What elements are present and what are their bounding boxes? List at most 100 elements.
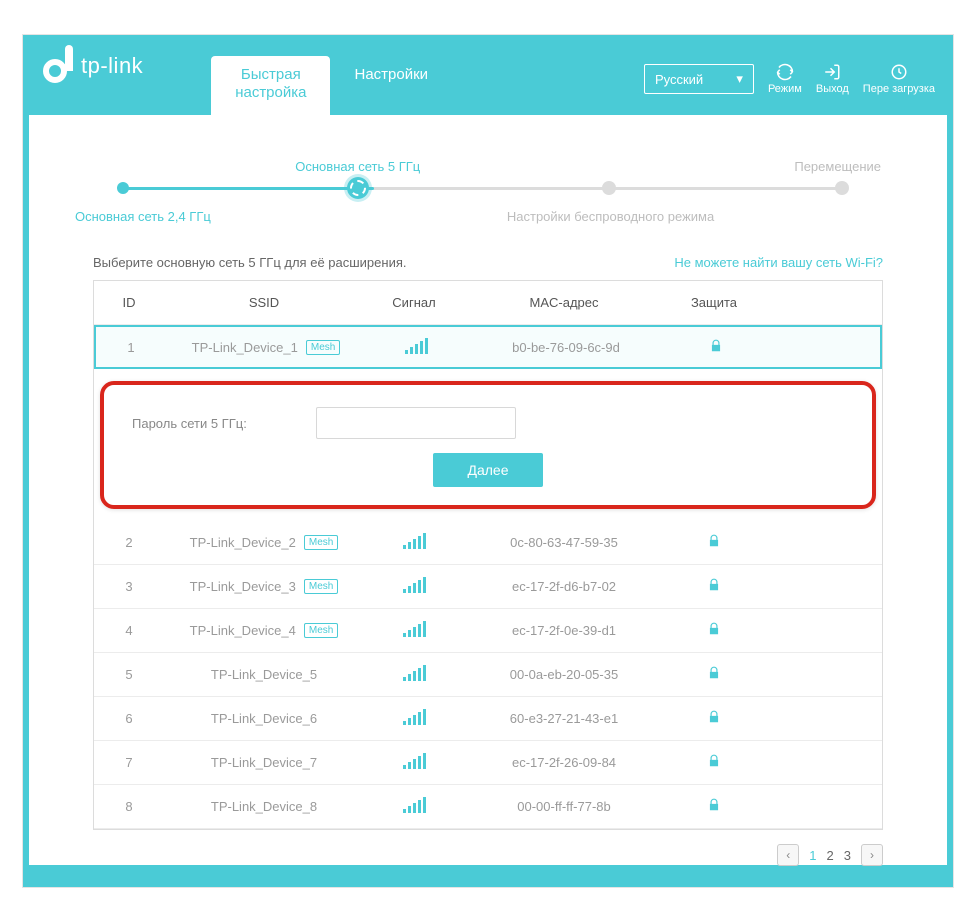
cell-signal <box>364 665 464 684</box>
cell-signal <box>364 621 464 640</box>
table-row[interactable]: 8TP-Link_Device_8 00-00-ff-ff-77-8b <box>94 785 882 829</box>
cell-security <box>664 754 764 771</box>
cell-ssid: TP-Link_Device_1Mesh <box>166 340 366 355</box>
cell-signal <box>364 753 464 772</box>
language-select[interactable]: Русский ▾ <box>644 64 754 94</box>
cell-id: 2 <box>94 535 164 550</box>
lock-icon <box>709 341 723 356</box>
cell-mac: 00-0a-eb-20-05-35 <box>464 667 664 682</box>
pagination: ‹ 1 2 3 › <box>93 844 883 866</box>
col-signal: Сигнал <box>364 295 464 310</box>
col-id: ID <box>94 295 164 310</box>
cell-security <box>664 666 764 683</box>
logo-icon <box>41 45 75 87</box>
cell-mac: 00-00-ff-ff-77-8b <box>464 799 664 814</box>
logout-icon <box>822 63 842 81</box>
cell-mac: ec-17-2f-26-09-84 <box>464 755 664 770</box>
cell-id: 4 <box>94 623 164 638</box>
cell-ssid: TP-Link_Device_5 <box>164 667 364 682</box>
table-header: ID SSID Сигнал MAC-адрес Защита <box>94 281 882 325</box>
table-row[interactable]: 5TP-Link_Device_5 00-0a-eb-20-05-35 <box>94 653 882 697</box>
cell-signal <box>364 577 464 596</box>
page-3[interactable]: 3 <box>844 848 851 863</box>
instruction-text: Выберите основную сеть 5 ГГц для её расш… <box>93 255 407 270</box>
mode-button[interactable]: Режим <box>768 63 802 95</box>
tab-quick-setup[interactable]: Быстрая настройка <box>211 56 330 116</box>
step-node-4 <box>835 181 849 195</box>
lock-icon <box>707 536 721 551</box>
lock-icon <box>707 800 721 815</box>
table-row[interactable]: 2TP-Link_Device_2Mesh 0c-80-63-47-59-35 <box>94 521 882 565</box>
cell-ssid: TP-Link_Device_6 <box>164 711 364 726</box>
chevron-down-icon: ▾ <box>736 71 743 87</box>
cell-mac: ec-17-2f-d6-b7-02 <box>464 579 664 594</box>
signal-icon <box>403 669 426 684</box>
language-value: Русский <box>655 72 703 87</box>
col-mac: MAC-адрес <box>464 295 664 310</box>
mesh-badge: Mesh <box>304 579 338 594</box>
networks-table: ID SSID Сигнал MAC-адрес Защита 1TP-Link… <box>93 280 883 830</box>
lock-icon <box>707 756 721 771</box>
col-ssid: SSID <box>164 295 364 310</box>
step-label-1: Основная сеть 2,4 ГГц <box>75 209 211 224</box>
page-next[interactable]: › <box>861 844 883 866</box>
cell-security <box>664 710 764 727</box>
logout-button[interactable]: Выход <box>816 63 849 95</box>
instruction-bar: Выберите основную сеть 5 ГГц для её расш… <box>93 255 883 270</box>
step-label-4: Перемещение <box>794 159 881 174</box>
tab-settings[interactable]: Настройки <box>330 56 452 116</box>
table-row[interactable]: 1TP-Link_Device_1Mesh b0-be-76-09-6c-9d <box>94 325 882 369</box>
col-security: Защита <box>664 295 764 310</box>
cell-id: 1 <box>96 340 166 355</box>
step-node-3 <box>602 181 616 195</box>
cell-mac: 0c-80-63-47-59-35 <box>464 535 664 550</box>
signal-icon <box>403 801 426 816</box>
cell-security <box>664 578 764 595</box>
mode-icon <box>775 63 795 81</box>
cell-mac: b0-be-76-09-6c-9d <box>466 340 666 355</box>
password-label: Пароль сети 5 ГГц: <box>132 416 302 431</box>
brand-logo: tp-link <box>23 35 167 115</box>
cell-ssid: TP-Link_Device_2Mesh <box>164 535 364 550</box>
cell-mac: ec-17-2f-0e-39-d1 <box>464 623 664 638</box>
table-row[interactable]: 4TP-Link_Device_4Mesh ec-17-2f-0e-39-d1 <box>94 609 882 653</box>
page-2[interactable]: 2 <box>827 848 834 863</box>
cell-mac: 60-e3-27-21-43-e1 <box>464 711 664 726</box>
cell-signal <box>366 338 466 357</box>
page-1[interactable]: 1 <box>809 848 816 863</box>
cell-signal <box>364 797 464 816</box>
lock-icon <box>707 624 721 639</box>
signal-icon <box>403 581 426 596</box>
main-tabs: Быстрая настройка Настройки <box>211 56 452 116</box>
cell-ssid: TP-Link_Device_7 <box>164 755 364 770</box>
header-actions: Русский ▾ Режим Выход Пере загрузка <box>644 63 953 115</box>
help-link[interactable]: Не можете найти вашу сеть Wi-Fi? <box>674 255 883 270</box>
cell-ssid: TP-Link_Device_8 <box>164 799 364 814</box>
table-row[interactable]: 7TP-Link_Device_7 ec-17-2f-26-09-84 <box>94 741 882 785</box>
header: tp-link Быстрая настройка Настройки Русс… <box>23 35 953 115</box>
step-label-2: Основная сеть 5 ГГц <box>295 159 420 174</box>
signal-icon <box>405 342 428 357</box>
mesh-badge: Mesh <box>304 535 338 550</box>
cell-security <box>664 798 764 815</box>
cell-id: 5 <box>94 667 164 682</box>
cell-ssid: TP-Link_Device_3Mesh <box>164 579 364 594</box>
reload-button[interactable]: Пере загрузка <box>863 63 935 95</box>
lock-icon <box>707 580 721 595</box>
reload-icon <box>889 63 909 81</box>
table-row[interactable]: 3TP-Link_Device_3Meshec-17-2f-d6-b7-02 <box>94 565 882 609</box>
brand-text: tp-link <box>81 53 143 79</box>
app-window: tp-link Быстрая настройка Настройки Русс… <box>22 34 954 888</box>
cell-id: 6 <box>94 711 164 726</box>
lock-icon <box>707 712 721 727</box>
signal-icon <box>403 713 426 728</box>
cell-id: 7 <box>94 755 164 770</box>
table-row[interactable]: 6TP-Link_Device_6 60-e3-27-21-43-e1 <box>94 697 882 741</box>
page-prev[interactable]: ‹ <box>777 844 799 866</box>
password-input[interactable] <box>316 407 516 439</box>
next-button[interactable]: Далее <box>433 453 543 487</box>
cell-id: 8 <box>94 799 164 814</box>
step-node-1 <box>117 182 129 194</box>
step-node-2 <box>347 177 369 199</box>
cell-ssid: TP-Link_Device_4Mesh <box>164 623 364 638</box>
